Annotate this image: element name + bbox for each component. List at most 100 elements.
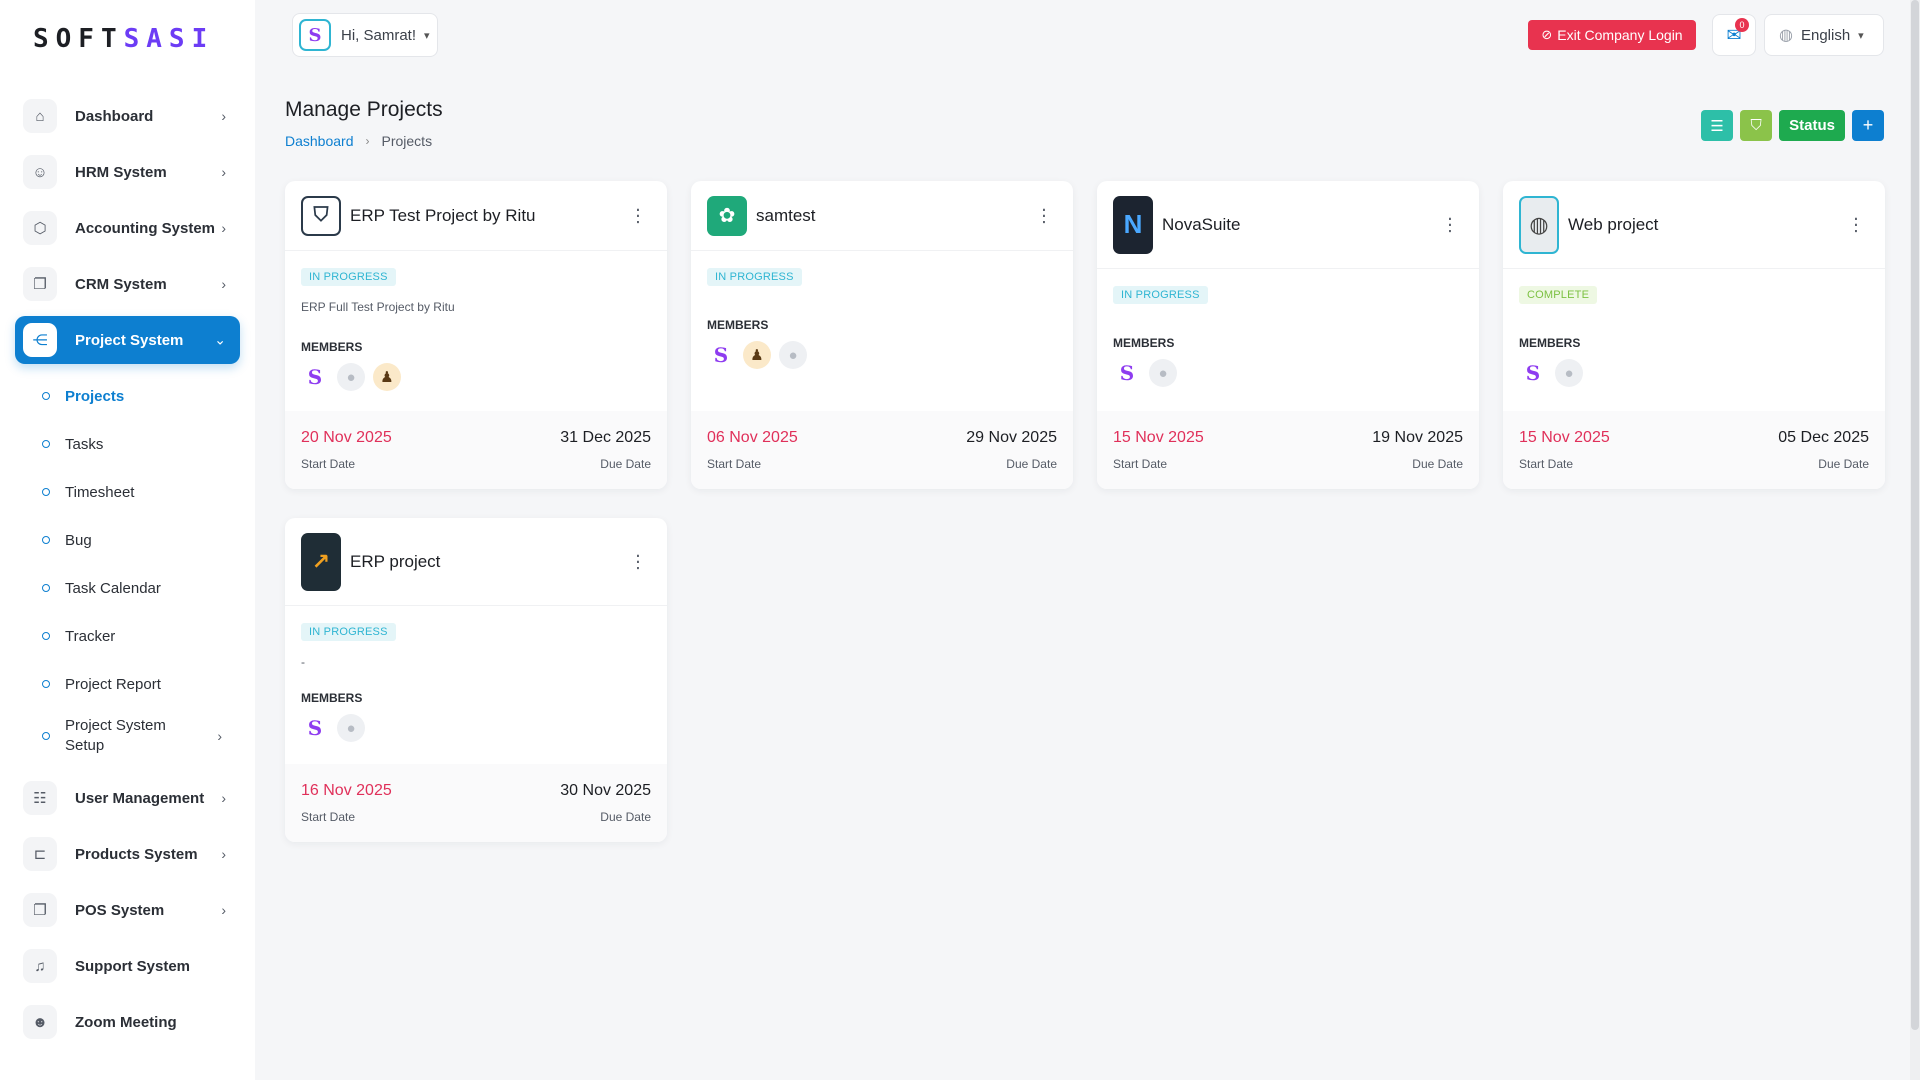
member-avatar[interactable]: ● bbox=[337, 363, 365, 391]
project-logo-icon: ↗ bbox=[301, 532, 341, 591]
sidebar-item-dashboard[interactable]: ⌂ Dashboard › bbox=[15, 92, 240, 140]
user-plus-icon: ☻ bbox=[23, 1005, 57, 1039]
submenu-item-tracker[interactable]: Tracker bbox=[15, 612, 240, 660]
member-avatar[interactable]: ● bbox=[1149, 359, 1177, 387]
layers-icon: ❐ bbox=[23, 893, 57, 927]
more-options-icon[interactable]: ⋮ bbox=[1847, 214, 1865, 235]
notifications-button[interactable]: ✉ 0 bbox=[1712, 14, 1756, 56]
page-scrollbar[interactable] bbox=[1910, 0, 1920, 1080]
submenu-item-tasks[interactable]: Tasks bbox=[15, 420, 240, 468]
status-badge: IN PROGRESS bbox=[301, 623, 396, 641]
status-badge: IN PROGRESS bbox=[301, 268, 396, 286]
more-options-icon[interactable]: ⋮ bbox=[629, 205, 647, 226]
brand-logo[interactable]: SOFTSASI bbox=[33, 24, 214, 54]
more-options-icon[interactable]: ⋮ bbox=[1035, 205, 1053, 226]
members-list: S ● bbox=[1519, 359, 1869, 387]
submenu-label: Projects bbox=[65, 387, 125, 405]
sidebar-item-label: HRM System bbox=[75, 163, 167, 181]
exit-company-login-button[interactable]: ⊘ Exit Company Login bbox=[1528, 20, 1696, 50]
breadcrumb-current: Projects bbox=[381, 133, 433, 149]
start-date-label: Start Date bbox=[1519, 457, 1574, 471]
chevron-down-icon: ⌄ bbox=[214, 331, 226, 348]
member-avatar[interactable]: S bbox=[1519, 359, 1547, 387]
globe-icon: ◍ bbox=[1779, 27, 1793, 44]
sidebar-item-pos[interactable]: ❐ POS System › bbox=[15, 886, 240, 934]
project-card[interactable]: N NovaSuite ⋮ IN PROGRESS MEMBERS S ● 15… bbox=[1097, 181, 1479, 489]
sidebar-item-zoom-meeting[interactable]: ☻ Zoom Meeting bbox=[15, 998, 240, 1046]
member-avatar[interactable]: ♟ bbox=[373, 363, 401, 391]
status-button[interactable]: Status bbox=[1779, 110, 1845, 141]
list-view-button[interactable]: ☰ bbox=[1701, 110, 1734, 141]
start-date-label: Start Date bbox=[707, 457, 762, 471]
member-avatar[interactable]: S bbox=[707, 341, 735, 369]
more-options-icon[interactable]: ⋮ bbox=[1441, 214, 1459, 235]
project-card-body: IN PROGRESS MEMBERS S ● bbox=[1097, 269, 1479, 411]
project-dates: 15 Nov 2025 05 Dec 2025 Start Date Due D… bbox=[1503, 411, 1885, 489]
user-greeting: Hi, Samrat! bbox=[341, 26, 417, 44]
sidebar-item-label: POS System bbox=[75, 901, 165, 919]
project-card[interactable]: ✿ samtest ⋮ IN PROGRESS MEMBERS S ♟ ● 06… bbox=[691, 181, 1073, 489]
project-card-body: COMPLETE MEMBERS S ● bbox=[1503, 269, 1885, 411]
breadcrumb: Dashboard › Projects bbox=[285, 133, 432, 149]
submenu-label: Project Report bbox=[65, 675, 161, 693]
chevron-right-icon: › bbox=[221, 846, 226, 862]
project-logo-icon: ⛉ bbox=[301, 195, 341, 236]
member-avatar[interactable]: ♟ bbox=[743, 341, 771, 369]
submenu-label: Project System Setup bbox=[65, 717, 166, 754]
user-icon: ☺ bbox=[23, 155, 57, 189]
project-description: ERP Full Test Project by Ritu bbox=[301, 300, 455, 314]
sidebar-nav: ⌂ Dashboard › ☺ HRM System › ⬡ Accountin… bbox=[15, 92, 240, 1054]
members-label: MEMBERS bbox=[1519, 336, 1581, 350]
scrollbar-thumb[interactable] bbox=[1911, 0, 1919, 1030]
submenu-label: Tracker bbox=[65, 627, 116, 645]
sidebar-item-hrm[interactable]: ☺ HRM System › bbox=[15, 148, 240, 196]
layers-icon: ❐ bbox=[23, 267, 57, 301]
add-project-button[interactable]: + bbox=[1852, 110, 1884, 141]
submenu-item-timesheet[interactable]: Timesheet bbox=[15, 468, 240, 516]
sidebar-item-accounting[interactable]: ⬡ Accounting System › bbox=[15, 204, 240, 252]
breadcrumb-dashboard-link[interactable]: Dashboard bbox=[285, 133, 354, 149]
sidebar-item-products[interactable]: ⊏ Products System › bbox=[15, 830, 240, 878]
project-card[interactable]: ↗ ERP project ⋮ IN PROGRESS - MEMBERS S … bbox=[285, 518, 667, 842]
user-menu-button[interactable]: S Hi, Samrat! ▾ bbox=[292, 13, 438, 57]
start-date: 06 Nov 2025 bbox=[707, 429, 798, 446]
member-avatar[interactable]: ● bbox=[337, 714, 365, 742]
member-avatar[interactable]: S bbox=[1113, 359, 1141, 387]
box-icon: ⬡ bbox=[23, 211, 57, 245]
language-selector[interactable]: ◍ English ▾ bbox=[1764, 14, 1884, 56]
members-label: MEMBERS bbox=[707, 318, 769, 332]
chevron-right-icon: › bbox=[221, 164, 226, 180]
due-date-label: Due Date bbox=[600, 457, 651, 471]
project-card[interactable]: ⛉ ERP Test Project by Ritu ⋮ IN PROGRESS… bbox=[285, 181, 667, 489]
member-avatar[interactable]: S bbox=[301, 363, 329, 391]
submenu-item-bug[interactable]: Bug bbox=[15, 516, 240, 564]
sidebar-item-user-management[interactable]: ☷ User Management › bbox=[15, 774, 240, 822]
sidebar-item-label: Project System bbox=[75, 331, 184, 349]
due-date-label: Due Date bbox=[1818, 457, 1869, 471]
project-title: ERP Test Project by Ritu bbox=[350, 205, 536, 225]
project-title: ERP project bbox=[350, 551, 441, 571]
member-avatar[interactable]: S bbox=[301, 714, 329, 742]
sidebar-item-label: User Management bbox=[75, 789, 205, 807]
project-card-header: ⛉ ERP Test Project by Ritu ⋮ bbox=[285, 181, 667, 251]
chevron-right-icon: › bbox=[221, 276, 226, 292]
start-date: 20 Nov 2025 bbox=[301, 429, 392, 446]
submenu-item-projects[interactable]: Projects bbox=[15, 372, 240, 420]
submenu-item-project-system-setup[interactable]: Project System Setup › bbox=[15, 708, 240, 764]
project-card[interactable]: ◍ Web project ⋮ COMPLETE MEMBERS S ● 15 … bbox=[1503, 181, 1885, 489]
sidebar-item-project-system[interactable]: ⋲ Project System ⌄ bbox=[15, 316, 240, 364]
sidebar-item-support[interactable]: ♫ Support System bbox=[15, 942, 240, 990]
cart-icon: ⊏ bbox=[23, 837, 57, 871]
sidebar: SOFTSASI ⌂ Dashboard › ☺ HRM System › ⬡ … bbox=[0, 0, 255, 1080]
start-date-label: Start Date bbox=[301, 810, 356, 824]
sidebar-item-crm[interactable]: ❐ CRM System › bbox=[15, 260, 240, 308]
member-avatar[interactable]: ● bbox=[779, 341, 807, 369]
project-card-header: ↗ ERP project ⋮ bbox=[285, 518, 667, 606]
filter-button[interactable]: ⛉ bbox=[1740, 110, 1773, 141]
submenu-item-task-calendar[interactable]: Task Calendar bbox=[15, 564, 240, 612]
project-description: - bbox=[301, 655, 305, 669]
member-avatar[interactable]: ● bbox=[1555, 359, 1583, 387]
more-options-icon[interactable]: ⋮ bbox=[629, 551, 647, 572]
project-card-header: N NovaSuite ⋮ bbox=[1097, 181, 1479, 269]
submenu-item-project-report[interactable]: Project Report bbox=[15, 660, 240, 708]
